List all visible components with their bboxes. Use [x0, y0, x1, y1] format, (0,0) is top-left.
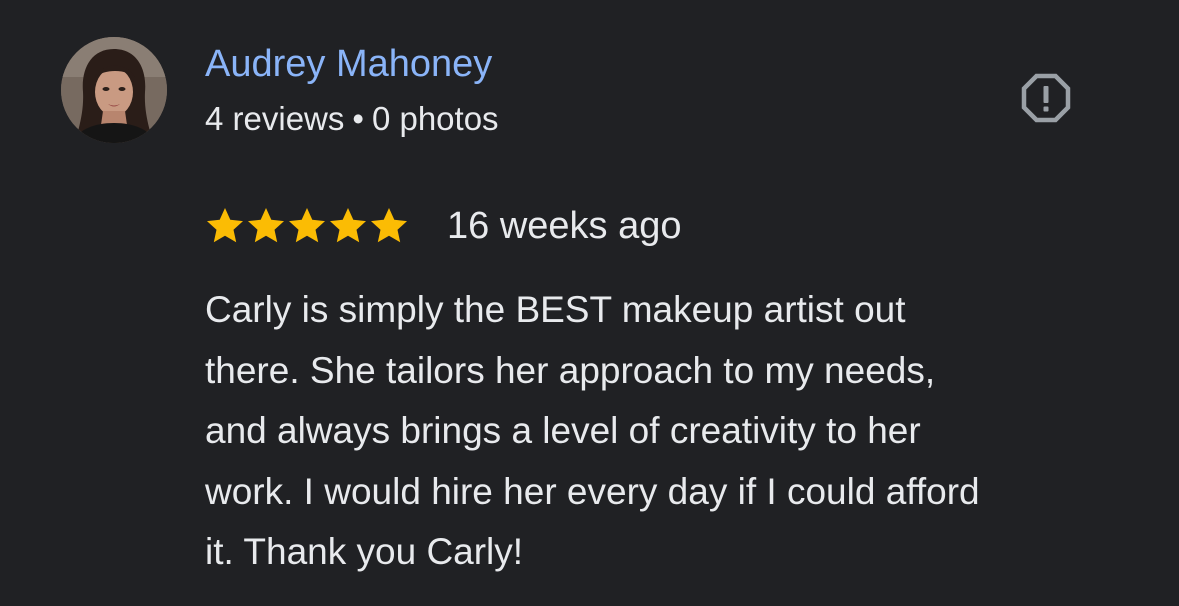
star-rating	[205, 206, 410, 246]
meta-separator: •	[352, 100, 364, 137]
photos-count: 0 photos	[371, 100, 499, 137]
reviewer-name-link[interactable]: Audrey Mahoney	[205, 41, 492, 87]
report-flag-icon	[1021, 73, 1071, 123]
review-text-line: it. Thank you Carly!	[205, 531, 524, 572]
review-date: 16 weeks ago	[447, 205, 682, 247]
review-text-line: Carly is simply the BEST makeup artist o…	[205, 289, 906, 330]
reviews-count: 4 reviews	[205, 100, 345, 137]
star-icon	[287, 206, 327, 246]
review-text: Carly is simply the BEST makeup artist o…	[205, 280, 1145, 583]
star-icon	[205, 206, 245, 246]
review-text-line: there. She tailors her approach to my ne…	[205, 349, 936, 391]
star-icon	[369, 206, 409, 246]
star-icon	[246, 206, 286, 246]
review-text-line: and always brings a level of creativity …	[205, 410, 921, 451]
star-icon	[328, 206, 368, 246]
rating-row: 16 weeks ago	[205, 203, 682, 249]
reviewer-meta: 4 reviews • 0 photos	[205, 98, 499, 140]
avatar-image	[61, 37, 167, 143]
review-card: Audrey Mahoney 4 reviews • 0 photos 16 wee…	[0, 0, 1179, 606]
report-review-button[interactable]	[1018, 70, 1074, 126]
reviewer-avatar[interactable]	[61, 37, 167, 143]
review-text-line: work. I would hire her every day if I co…	[205, 470, 980, 512]
